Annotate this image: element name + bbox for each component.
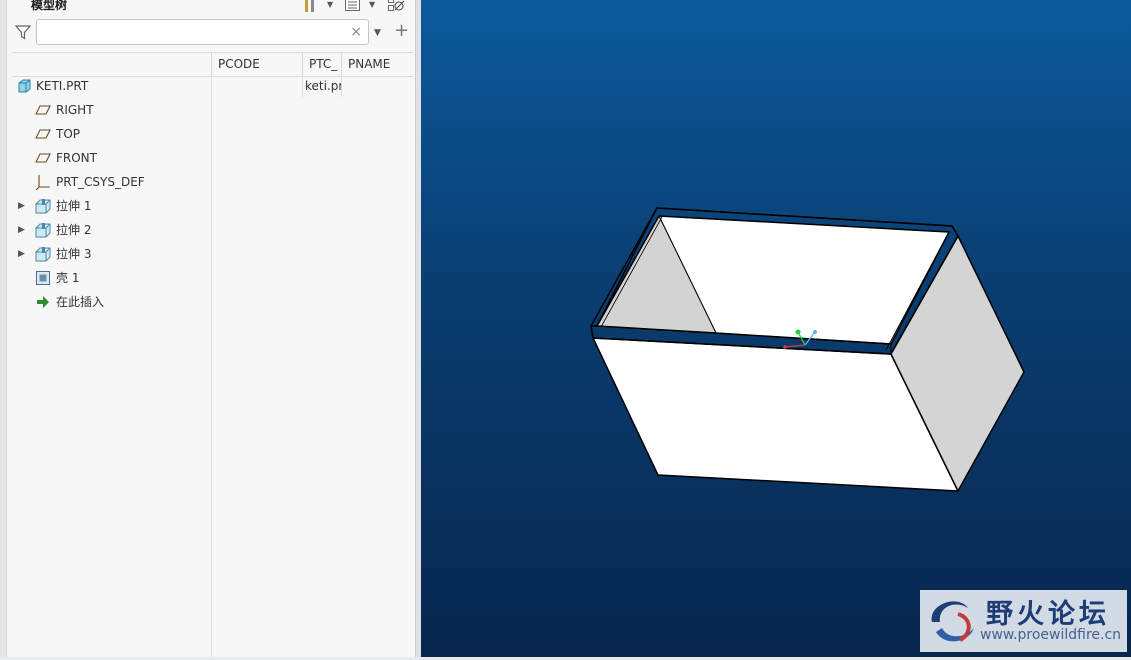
- column-header-ptc[interactable]: PTC_: [302, 53, 341, 76]
- list-settings-dropdown-icon[interactable]: ▼: [369, 0, 375, 9]
- tree-item-extrude-1[interactable]: ▶ 拉伸 1: [12, 194, 413, 218]
- tree-item-shell-1[interactable]: 壳 1: [12, 266, 413, 290]
- tools-dropdown-icon[interactable]: ▼: [327, 0, 333, 9]
- tree-item-label: 壳 1: [56, 271, 80, 285]
- column-header-pcode[interactable]: PCODE: [211, 53, 302, 76]
- tree-item-prt-csys-def[interactable]: PRT_CSYS_DEF: [12, 170, 413, 194]
- tree-item-label: 拉伸 2: [56, 223, 92, 237]
- tree-item-label: FRONT: [56, 151, 97, 165]
- watermark: 野火论坛 www.proewildfire.cn: [920, 590, 1127, 652]
- tools-icon[interactable]: [302, 0, 320, 12]
- insert-here-icon: [37, 296, 49, 308]
- part-icon: [18, 79, 31, 93]
- graphics-viewport[interactable]: [421, 0, 1131, 657]
- datum-plane-icon: [35, 105, 51, 115]
- tree-item-extrude-3[interactable]: ▶ 拉伸 3: [12, 242, 413, 266]
- tree-item-front[interactable]: FRONT: [12, 146, 413, 170]
- expand-arrow-icon[interactable]: ▶: [18, 242, 25, 266]
- extrude-icon: [35, 199, 51, 214]
- expand-arrow-icon[interactable]: ▶: [18, 218, 25, 242]
- filter-icon[interactable]: [14, 23, 32, 41]
- datum-plane-icon: [35, 153, 51, 163]
- watermark-title: 野火论坛: [986, 599, 1110, 630]
- tree-item-label: 拉伸 1: [56, 199, 92, 213]
- tree-item-keti-prt[interactable]: KETI.PRT keti.pr: [12, 74, 413, 98]
- shell-icon: [36, 271, 50, 285]
- extrude-icon: [35, 223, 51, 238]
- tree-item-label: TOP: [56, 127, 81, 141]
- search-dropdown-icon[interactable]: ▼: [374, 28, 381, 38]
- box-model[interactable]: [421, 0, 1131, 657]
- tree-item-top[interactable]: TOP: [12, 122, 413, 146]
- tree-item-label: 拉伸 3: [56, 247, 92, 261]
- show-hide-icon[interactable]: [387, 0, 405, 12]
- search-field[interactable]: ×: [36, 19, 369, 45]
- watermark-url: www.proewildfire.cn: [980, 627, 1122, 643]
- panel-edge: [0, 0, 7, 657]
- expand-arrow-icon[interactable]: ▶: [18, 194, 25, 218]
- tree-item-label: 在此插入: [56, 295, 105, 309]
- panel-title: 模型树: [31, 0, 68, 12]
- clear-icon[interactable]: ×: [350, 24, 362, 40]
- list-settings-icon[interactable]: [344, 0, 362, 12]
- extrude-icon: [35, 247, 51, 262]
- ptc-cell: keti.pr: [305, 79, 341, 93]
- csys-triad-icon: [783, 329, 817, 349]
- tree-item-label: RIGHT: [56, 103, 94, 117]
- tree-item-insert-here[interactable]: 在此插入: [12, 290, 413, 314]
- tree-item-label: KETI.PRT: [36, 79, 89, 93]
- add-column-icon[interactable]: +: [394, 20, 409, 41]
- model-tree-panel: 模型树 ▼ ▼ × ▼ + PCODE PTC_ PNAME KETI.PRT …: [0, 0, 416, 657]
- watermark-logo-icon: [931, 601, 974, 642]
- search-input[interactable]: [43, 21, 347, 45]
- csys-icon: [35, 175, 50, 190]
- tree-item-extrude-2[interactable]: ▶ 拉伸 2: [12, 218, 413, 242]
- column-header-tree[interactable]: [12, 53, 211, 76]
- column-header-pname[interactable]: PNAME: [341, 53, 413, 76]
- tree-item-right[interactable]: RIGHT: [12, 98, 413, 122]
- datum-plane-icon: [35, 129, 51, 139]
- tree-item-label: PRT_CSYS_DEF: [56, 175, 145, 189]
